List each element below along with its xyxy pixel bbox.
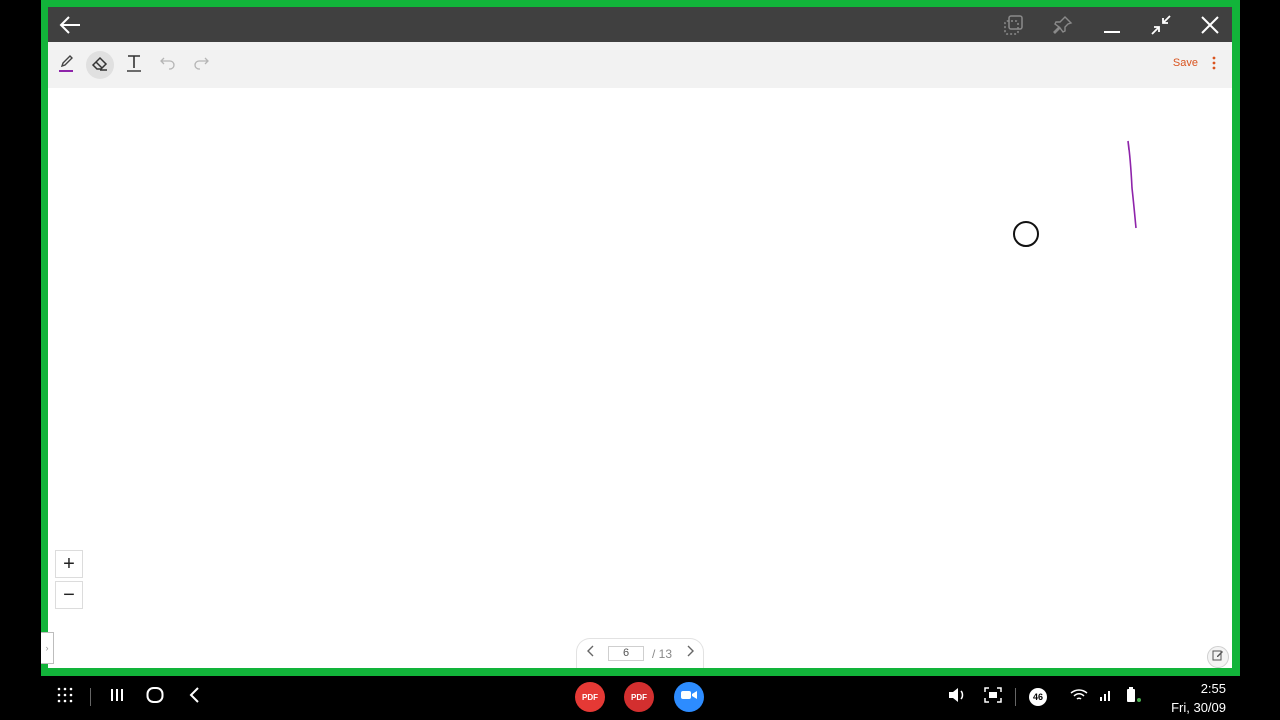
wifi-icon bbox=[1070, 688, 1088, 707]
edit-mode-button[interactable] bbox=[1207, 646, 1229, 668]
previous-page-button[interactable] bbox=[583, 645, 599, 661]
multi-window-button[interactable] bbox=[994, 7, 1034, 42]
shrink-icon bbox=[1151, 14, 1171, 35]
zoom-in-button[interactable]: + bbox=[55, 550, 83, 578]
eraser-cursor bbox=[1013, 221, 1039, 247]
grid-icon bbox=[57, 687, 73, 708]
pdf-reader-app[interactable]: PDF bbox=[624, 682, 654, 712]
pdf-reader-label: PDF bbox=[631, 692, 647, 702]
minimize-icon bbox=[1103, 16, 1121, 34]
page-navigator: 6 / 13 bbox=[576, 638, 704, 668]
home-icon bbox=[146, 686, 164, 709]
close-icon bbox=[1201, 15, 1219, 34]
battery-status bbox=[1122, 686, 1144, 708]
signal-bars-icon bbox=[1099, 688, 1113, 707]
signal-status bbox=[1097, 687, 1115, 707]
screen: Save + − › 6 / 13 PDF PDF 46 2:55 Fri, 3… bbox=[0, 0, 1280, 720]
back-nav-button[interactable] bbox=[184, 686, 204, 708]
redo-button[interactable] bbox=[187, 51, 215, 79]
screenshot-button[interactable] bbox=[983, 686, 1003, 708]
recent-apps-button[interactable] bbox=[107, 687, 127, 707]
app-drawer-button[interactable] bbox=[55, 687, 75, 707]
pin-button[interactable] bbox=[1043, 7, 1083, 42]
more-options-button[interactable] bbox=[1208, 54, 1220, 76]
status-badge: 46 bbox=[1029, 688, 1047, 706]
video-camera-icon bbox=[681, 688, 697, 706]
wifi-status bbox=[1069, 687, 1089, 707]
close-button[interactable] bbox=[1190, 7, 1230, 42]
more-vertical-icon bbox=[1212, 56, 1216, 75]
multi-window-icon bbox=[1003, 14, 1025, 36]
title-bar bbox=[48, 7, 1232, 42]
next-page-button[interactable] bbox=[682, 645, 698, 661]
battery-icon bbox=[1123, 686, 1143, 708]
screen-capture-icon bbox=[984, 686, 1002, 708]
taskbar-divider bbox=[1015, 688, 1016, 706]
chevron-right-icon bbox=[686, 644, 694, 662]
page-total: / 13 bbox=[652, 647, 673, 661]
redo-icon bbox=[192, 54, 210, 77]
shrink-button[interactable] bbox=[1141, 7, 1181, 42]
page-number-input[interactable]: 6 bbox=[608, 646, 644, 661]
pen-stroke bbox=[1127, 140, 1137, 229]
volume-icon bbox=[948, 687, 966, 708]
back-button[interactable] bbox=[50, 7, 90, 42]
pdf-editor-label: PDF bbox=[582, 692, 598, 702]
text-icon bbox=[125, 53, 143, 78]
text-tool-button[interactable] bbox=[120, 51, 148, 79]
undo-icon bbox=[159, 54, 177, 77]
video-meeting-app[interactable] bbox=[674, 682, 704, 712]
minimize-button[interactable] bbox=[1092, 7, 1132, 42]
drawing-canvas[interactable] bbox=[48, 88, 1232, 668]
pen-tool-button[interactable] bbox=[53, 51, 81, 79]
edit-icon bbox=[1212, 648, 1224, 666]
pdf-editor-app[interactable]: PDF bbox=[575, 682, 605, 712]
volume-button[interactable] bbox=[947, 687, 967, 707]
chevron-left-icon bbox=[587, 644, 595, 662]
clock-date: Fri, 30/09 bbox=[1171, 700, 1226, 715]
undo-button[interactable] bbox=[154, 51, 182, 79]
recent-apps-icon bbox=[109, 687, 125, 708]
zoom-out-button[interactable]: − bbox=[55, 581, 83, 609]
drawing-toolbar: Save bbox=[48, 42, 1232, 88]
side-panel-handle[interactable]: › bbox=[41, 632, 54, 664]
taskbar-divider bbox=[90, 688, 91, 706]
canvas-strokes bbox=[1013, 140, 1137, 247]
pen-icon bbox=[58, 53, 76, 78]
chevron-left-icon bbox=[188, 686, 200, 708]
pin-icon bbox=[1053, 15, 1073, 35]
eraser-tool-button[interactable] bbox=[86, 51, 114, 79]
home-button[interactable] bbox=[145, 686, 165, 709]
eraser-icon bbox=[91, 54, 109, 77]
save-button[interactable]: Save bbox=[1173, 57, 1198, 69]
chevron-right-icon: › bbox=[45, 643, 49, 653]
arrow-left-icon bbox=[59, 15, 81, 34]
clock-time: 2:55 bbox=[1200, 681, 1226, 696]
